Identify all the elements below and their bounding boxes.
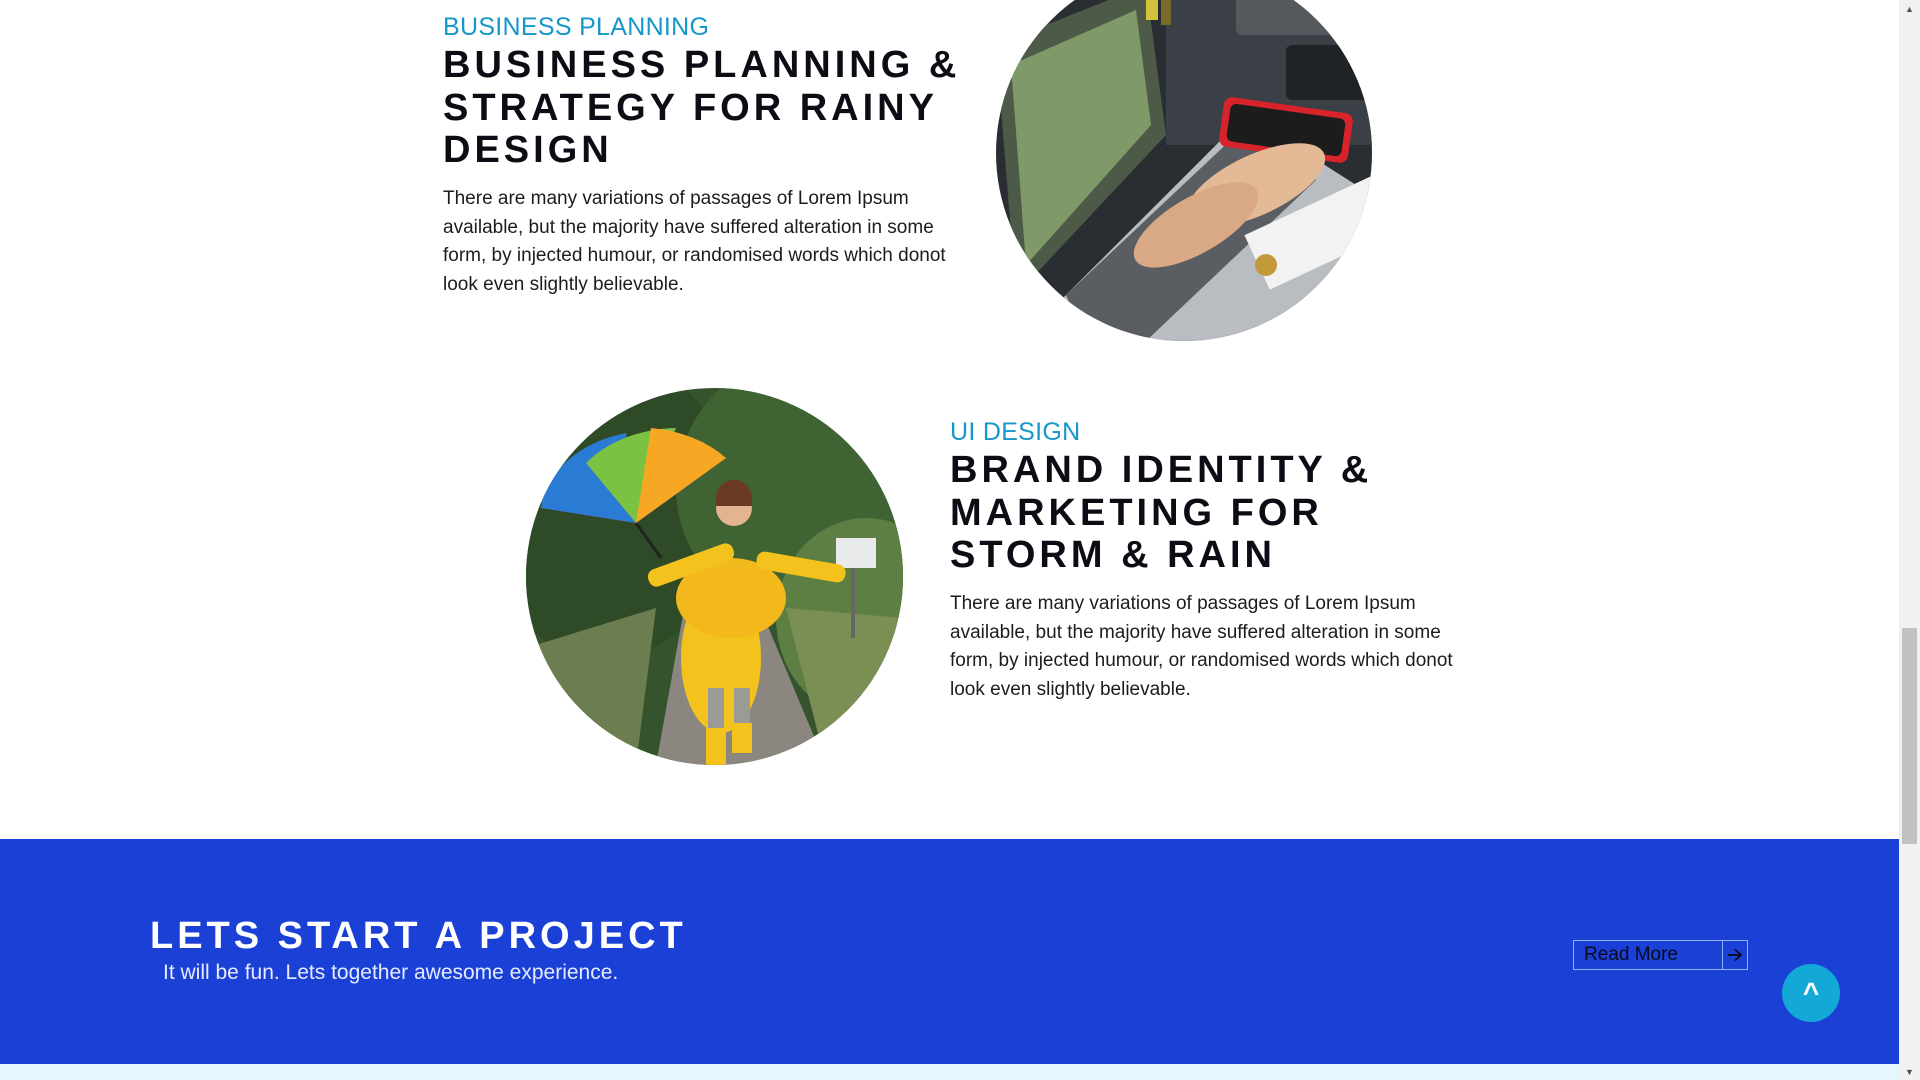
section-tag-ui-design: UI DESIGN [950, 418, 1081, 446]
arrow-right-icon [1722, 941, 1747, 969]
laptop-photo [996, 0, 1372, 341]
read-more-button[interactable]: Read More [1573, 940, 1748, 970]
section-body-ui-design: There are many variations of passages of… [950, 593, 1453, 700]
footer-strip [0, 1064, 1899, 1080]
section-title-business-planning: BUSINESS PLANNING & STRATEGY FOR RAINY D… [443, 44, 961, 171]
section-body-business-planning: There are many variations of passages of… [443, 188, 946, 295]
cta-title: LETS START A PROJECT [150, 915, 687, 957]
section-title-ui-design: BRAND IDENTITY & MARKETING FOR STORM & R… [950, 449, 1373, 576]
vertical-scrollbar[interactable]: ▲ ▼ [1899, 0, 1920, 1080]
scroll-to-top-button[interactable]: ^ [1782, 964, 1840, 1022]
scrollbar-thumb[interactable] [1902, 628, 1917, 844]
read-more-label: Read More [1584, 944, 1678, 965]
section-tag-business-planning: BUSINESS PLANNING [443, 13, 710, 41]
scroll-down-arrow-icon[interactable]: ▼ [1899, 1063, 1920, 1080]
scroll-up-arrow-icon[interactable]: ▲ [1899, 0, 1920, 17]
page: BUSINESS PLANNING BUSINESS PLANNING & ST… [0, 0, 1899, 1080]
umbrella-woman-photo [526, 388, 903, 765]
cta-subtitle: It will be fun. Lets together awesome ex… [163, 961, 619, 984]
